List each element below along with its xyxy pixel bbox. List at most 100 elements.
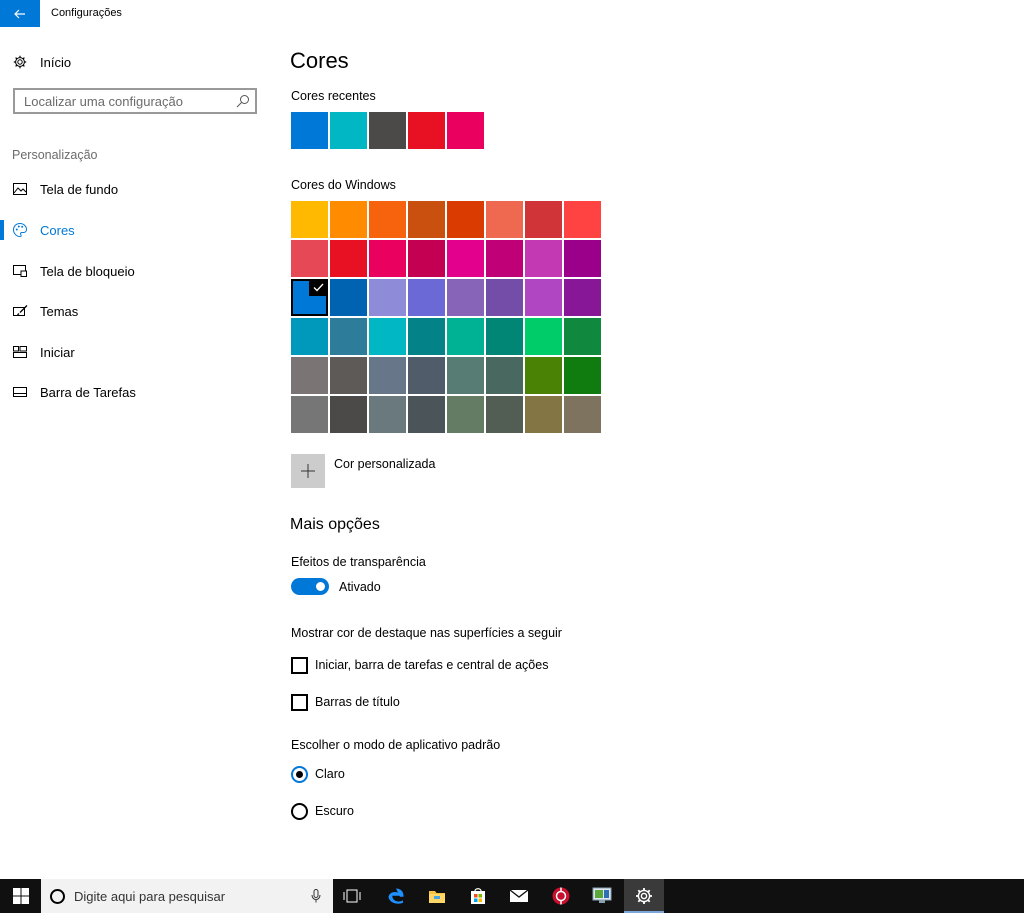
sidebar-item-themes[interactable]: Temas — [0, 299, 270, 323]
windows-color-swatch[interactable] — [525, 201, 562, 238]
home-link[interactable]: Início — [12, 53, 71, 71]
windows-color-swatch[interactable] — [291, 240, 328, 277]
windows-color-swatch[interactable] — [447, 201, 484, 238]
radio-button[interactable] — [291, 802, 308, 820]
picture-icon — [12, 181, 28, 197]
windows-color-swatch[interactable] — [564, 357, 601, 394]
settings-taskbar-button[interactable] — [624, 879, 664, 913]
sidebar-item-taskbar[interactable]: Barra de Tarefas — [0, 380, 270, 404]
recent-color-swatch[interactable] — [447, 112, 484, 149]
windows-color-swatch[interactable] — [330, 201, 367, 238]
microphone-icon[interactable] — [311, 889, 321, 903]
windows-color-swatch[interactable] — [564, 240, 601, 277]
windows-color-swatch[interactable] — [369, 279, 406, 316]
window-title: Configurações — [51, 7, 122, 19]
app-red-icon — [552, 887, 570, 905]
windows-color-swatch[interactable] — [291, 318, 328, 355]
windows-color-swatch[interactable] — [408, 396, 445, 433]
section-label: Personalização — [12, 148, 98, 162]
windows-color-swatch[interactable] — [486, 318, 523, 355]
checkbox-box[interactable] — [291, 693, 308, 711]
windows-color-swatch[interactable] — [525, 318, 562, 355]
windows-color-swatch[interactable] — [486, 240, 523, 277]
windows-color-swatch[interactable] — [525, 396, 562, 433]
back-button[interactable] — [0, 0, 40, 27]
sidebar-item-lock-screen[interactable]: Tela de bloqueio — [0, 259, 270, 283]
windows-color-swatch[interactable] — [564, 201, 601, 238]
edge-button[interactable] — [377, 879, 415, 913]
custom-color-label[interactable]: Cor personalizada — [334, 457, 435, 471]
windows-color-swatch[interactable] — [369, 357, 406, 394]
mail-button[interactable] — [500, 879, 538, 913]
windows-color-swatch[interactable] — [291, 357, 328, 394]
windows-color-swatch[interactable] — [369, 318, 406, 355]
settings-search-input[interactable]: Localizar uma configuração — [13, 88, 257, 114]
sidebar-item-start[interactable]: Iniciar — [0, 340, 270, 364]
task-view-icon — [343, 889, 361, 903]
radio-light[interactable]: Claro — [291, 765, 345, 783]
windows-color-swatch[interactable] — [408, 357, 445, 394]
sidebar-item-background[interactable]: Tela de fundo — [0, 177, 270, 201]
windows-color-swatch[interactable] — [330, 396, 367, 433]
windows-color-swatch[interactable] — [447, 357, 484, 394]
mail-icon — [509, 889, 529, 902]
windows-color-swatch[interactable] — [408, 240, 445, 277]
red-app-button[interactable] — [542, 879, 580, 913]
recent-color-swatch[interactable] — [330, 112, 367, 149]
windows-color-swatch[interactable] — [330, 279, 367, 316]
windows-colors-label: Cores do Windows — [291, 178, 396, 192]
windows-color-swatch[interactable] — [291, 396, 328, 433]
transparency-toggle[interactable] — [291, 578, 329, 595]
windows-color-swatch[interactable] — [486, 201, 523, 238]
windows-color-swatch[interactable] — [291, 201, 328, 238]
windows-color-swatch[interactable] — [408, 318, 445, 355]
sidebar-item-label: Tela de fundo — [40, 181, 119, 197]
recent-color-swatch[interactable] — [408, 112, 445, 149]
recent-color-swatch[interactable] — [369, 112, 406, 149]
windows-color-swatch[interactable] — [447, 318, 484, 355]
windows-color-swatch[interactable] — [408, 201, 445, 238]
store-button[interactable] — [459, 879, 497, 913]
windows-color-swatch[interactable] — [525, 279, 562, 316]
windows-color-swatch[interactable] — [447, 279, 484, 316]
windows-color-swatch[interactable] — [564, 396, 601, 433]
windows-color-swatch[interactable] — [486, 396, 523, 433]
taskbar-search-input[interactable]: Digite aqui para pesquisar — [41, 879, 333, 913]
radio-button[interactable] — [291, 765, 308, 783]
windows-color-swatch[interactable] — [486, 357, 523, 394]
custom-color-button[interactable] — [291, 454, 325, 488]
windows-color-swatch[interactable] — [564, 279, 601, 316]
windows-color-swatch[interactable] — [564, 318, 601, 355]
radio-label: Claro — [315, 767, 345, 781]
windows-color-swatch[interactable] — [447, 396, 484, 433]
windows-color-swatch[interactable] — [447, 240, 484, 277]
gear-icon — [12, 54, 28, 70]
windows-color-swatch[interactable] — [369, 201, 406, 238]
windows-color-swatch[interactable] — [330, 318, 367, 355]
radio-dark[interactable]: Escuro — [291, 802, 354, 820]
windows-color-swatch[interactable] — [330, 240, 367, 277]
checkbox-title-bars[interactable]: Barras de título — [291, 693, 400, 711]
sidebar-item-colors[interactable]: Cores — [0, 218, 270, 242]
file-explorer-button[interactable] — [418, 879, 456, 913]
cortana-icon — [50, 888, 65, 904]
windows-color-swatch[interactable] — [369, 396, 406, 433]
checkbox-box[interactable] — [291, 656, 308, 674]
start-tiles-icon — [12, 344, 28, 360]
windows-color-swatch[interactable] — [408, 279, 445, 316]
windows-color-swatch[interactable] — [330, 357, 367, 394]
transparency-state: Ativado — [339, 580, 381, 594]
checkbox-start-taskbar[interactable]: Iniciar, barra de tarefas e central de a… — [291, 656, 548, 674]
app-monitor-icon — [592, 887, 612, 903]
recent-color-swatch[interactable] — [291, 112, 328, 149]
windows-color-swatch[interactable] — [369, 240, 406, 277]
monitor-app-button[interactable] — [583, 879, 621, 913]
page-title: Cores — [290, 48, 349, 73]
windows-color-swatch[interactable] — [486, 279, 523, 316]
start-button[interactable] — [0, 879, 41, 913]
windows-color-swatch[interactable] — [291, 279, 328, 316]
recent-colors-label: Cores recentes — [291, 89, 376, 103]
task-view-button[interactable] — [333, 879, 371, 913]
windows-color-swatch[interactable] — [525, 240, 562, 277]
windows-color-swatch[interactable] — [525, 357, 562, 394]
